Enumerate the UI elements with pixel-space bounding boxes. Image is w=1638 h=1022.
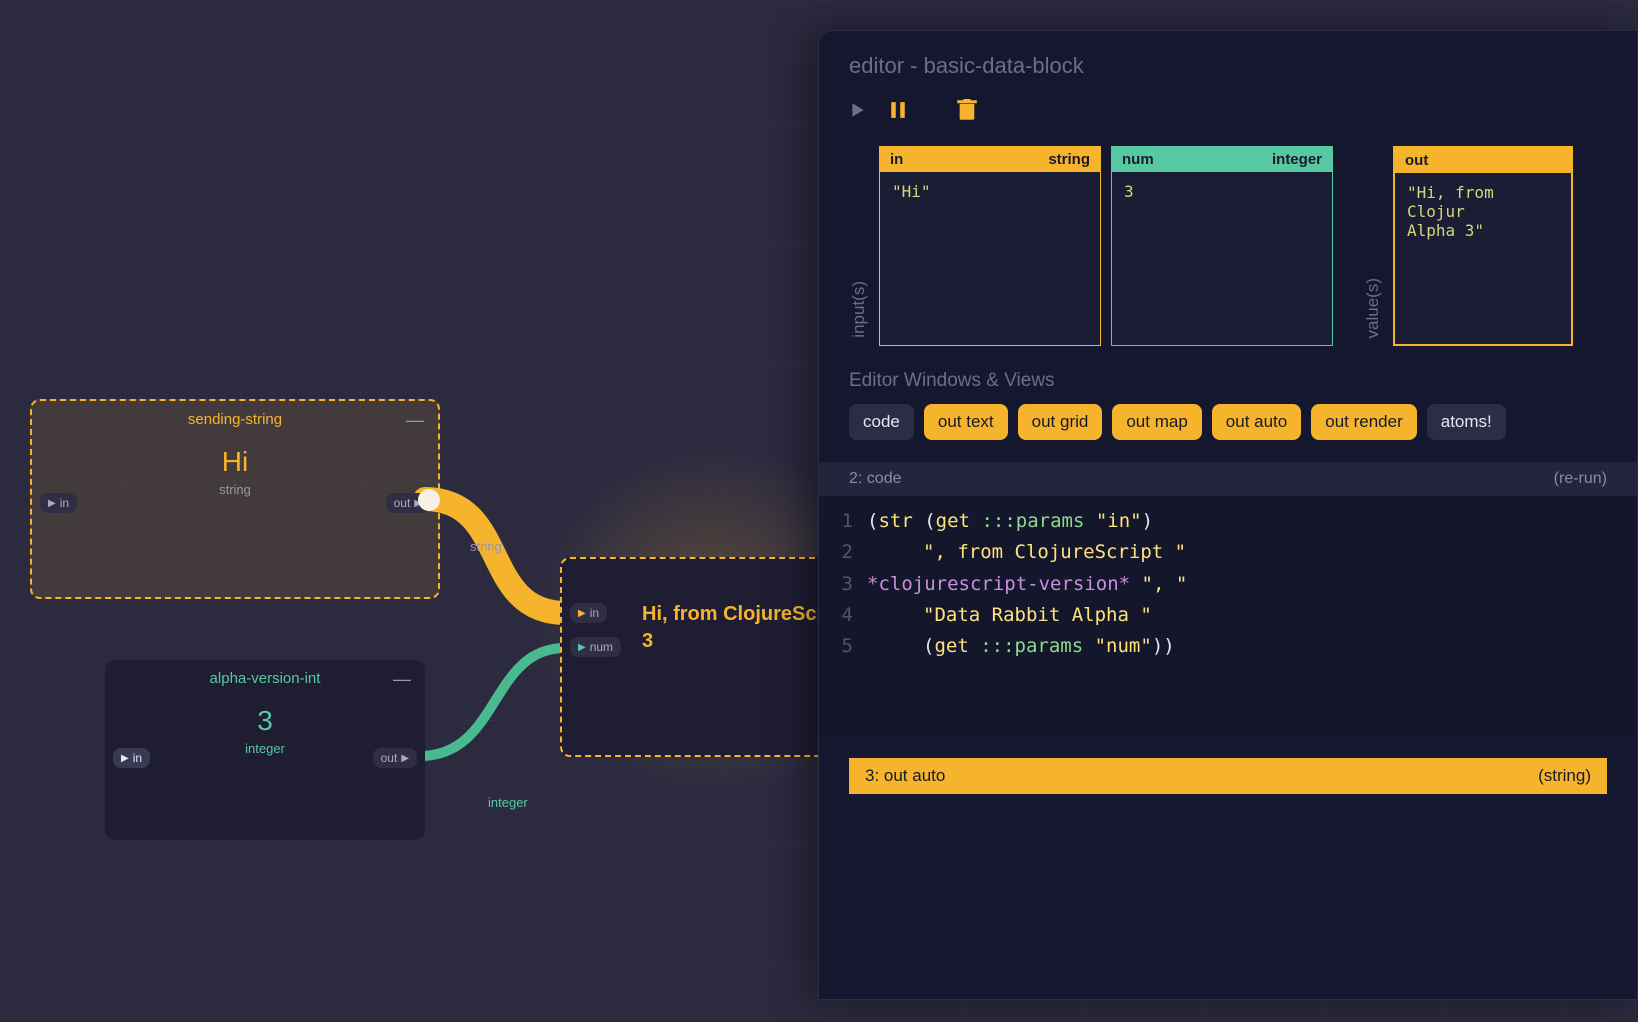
port-in[interactable]: ▶ in — [113, 748, 150, 768]
port-in[interactable]: ▶ in — [570, 603, 607, 623]
editor-panel: editor - basic-data-block input(s) in st… — [818, 30, 1638, 1000]
inputs-label: input(s) — [849, 273, 869, 346]
out-bar-right: (string) — [1538, 766, 1591, 786]
code-header: 2: code (re-run) — [819, 462, 1637, 496]
io-box-num[interactable]: num integer 3 — [1111, 146, 1333, 346]
node-value: Hi — [32, 446, 438, 478]
chevron-right-icon: ▶ — [578, 608, 586, 619]
code-header-left: 2: code — [849, 470, 901, 488]
io-name: in — [890, 151, 903, 168]
port-label: in — [133, 751, 142, 765]
values-label: value(s) — [1363, 270, 1383, 346]
section-label: Editor Windows & Views — [819, 370, 1637, 404]
play-icon[interactable] — [849, 101, 867, 124]
io-row: input(s) in string "Hi" num integer 3 va… — [819, 146, 1637, 370]
port-in[interactable]: ▶ in — [40, 493, 77, 513]
port-label: in — [60, 496, 69, 510]
code-rerun[interactable]: (re-run) — [1554, 470, 1607, 488]
io-type: integer — [1272, 151, 1322, 168]
node-basic-data-block[interactable]: ▶ in ▶ num Hi, from ClojureScr 3 — [560, 557, 860, 757]
view-btn-out-grid[interactable]: out grid — [1018, 404, 1103, 440]
port-out[interactable]: out ▶ — [373, 748, 417, 768]
io-value: "Hi, from Clojur Alpha 3" — [1395, 173, 1571, 344]
io-box-in[interactable]: in string "Hi" — [879, 146, 1101, 346]
io-box-header: out — [1395, 148, 1571, 173]
view-buttons: code out text out grid out map out auto … — [819, 404, 1637, 462]
editor-title: editor - basic-data-block — [819, 31, 1637, 93]
wire-label-string: string — [470, 539, 502, 554]
port-label: out — [394, 496, 411, 510]
node-title: alpha-version-int — [105, 660, 425, 691]
view-btn-out-text[interactable]: out text — [924, 404, 1008, 440]
out-bar-left: 3: out auto — [865, 766, 945, 786]
io-box-header: num integer — [1112, 147, 1332, 172]
trash-icon[interactable] — [957, 99, 977, 126]
io-box-header: in string — [880, 147, 1100, 172]
io-name: num — [1122, 151, 1154, 168]
node-sending-string[interactable]: sending-string — Hi string ▶ in out ▶ — [30, 399, 440, 599]
io-box-out[interactable]: out "Hi, from Clojur Alpha 3" — [1393, 146, 1573, 346]
node-title: sending-string — [32, 401, 438, 432]
view-btn-out-map[interactable]: out map — [1112, 404, 1201, 440]
node-type: string — [32, 482, 438, 497]
chevron-right-icon: ▶ — [48, 498, 56, 509]
node-alpha-version-int[interactable]: alpha-version-int — 3 integer ▶ in out ▶ — [105, 660, 425, 840]
out-auto-bar[interactable]: 3: out auto (string) — [849, 758, 1607, 794]
collapse-icon[interactable]: — — [393, 674, 411, 684]
view-btn-out-auto[interactable]: out auto — [1212, 404, 1301, 440]
chevron-right-icon: ▶ — [401, 753, 409, 764]
io-name: out — [1405, 152, 1428, 169]
editor-toolbar — [819, 93, 1637, 146]
output-connector[interactable] — [418, 489, 440, 511]
port-label: num — [590, 640, 613, 654]
view-btn-atoms[interactable]: atoms! — [1427, 404, 1506, 440]
code-editor[interactable]: 1(str (get :::params "in") 2", from Cloj… — [819, 496, 1637, 736]
port-num[interactable]: ▶ num — [570, 637, 621, 657]
chevron-right-icon: ▶ — [121, 753, 129, 764]
chevron-right-icon: ▶ — [578, 642, 586, 653]
node-value: 3 — [105, 705, 425, 737]
collapse-icon[interactable]: — — [406, 415, 424, 425]
io-value: "Hi" — [880, 172, 1100, 345]
port-label: in — [590, 606, 599, 620]
io-value: 3 — [1112, 172, 1332, 345]
wire-label-integer: integer — [488, 795, 528, 810]
pause-icon[interactable] — [889, 100, 907, 125]
view-btn-out-render[interactable]: out render — [1311, 404, 1417, 440]
port-label: out — [381, 751, 398, 765]
io-type: string — [1048, 151, 1090, 168]
view-btn-code[interactable]: code — [849, 404, 914, 440]
